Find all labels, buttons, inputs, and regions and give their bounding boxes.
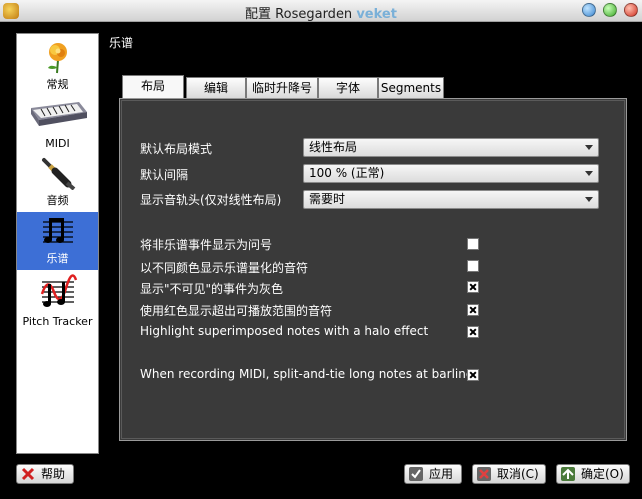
notation-icon [42,218,73,243]
config-sidebar: 常规 MIDI 音频 乐谱 Pitch Tracker [16,33,99,454]
maximize-button[interactable] [603,3,617,17]
dropdown-arrow-icon [585,145,593,150]
window-title-text: 配置 Rosegarden [245,7,353,22]
checkbox-label: When recording MIDI, split-and-tie long … [140,367,480,381]
title-bar: 配置 Rosegarden veket [0,0,642,22]
default-layout-mode-value: 线性布局 [309,140,358,154]
tab-font[interactable]: 字体 [318,77,378,99]
sidebar-item-label: 音频 [46,194,69,207]
split-and-tie-checkbox[interactable] [467,369,479,381]
cancel-button-label: 取消(C) [497,467,539,481]
layout-settings-panel: 默认布局模式 线性布局 默认间隔 100 % (正常) 显示音轨头(仅对线性布局… [119,98,627,441]
checkbox-label: 显示"不可见"的事件为灰色 [140,282,284,296]
pitch-tracker-icon [40,274,77,307]
sidebar-item-label: MIDI [45,137,70,150]
ok-button[interactable]: 确定(O) [556,464,630,484]
sidebar-item-label: Pitch Tracker [22,315,93,328]
non-notation-events-checkbox[interactable] [467,238,479,250]
sidebar-item-pitch-tracker[interactable]: Pitch Tracker [17,272,98,332]
sidebar-item-audio[interactable]: 音频 [17,154,98,212]
tab-editing[interactable]: 编辑 [186,77,246,99]
ok-button-label: 确定(O) [581,467,624,481]
sidebar-item-midi[interactable]: MIDI [17,96,98,154]
show-track-headers-value: 需要时 [309,192,346,206]
help-button[interactable]: 帮助 [16,464,74,484]
default-spacing-select[interactable]: 100 % (正常) [303,164,599,183]
audio-jack-icon [41,158,75,190]
checkbox-label: Highlight superimposed notes with a halo… [140,324,429,338]
keyboard-icon [30,102,87,126]
dropdown-arrow-icon [585,197,593,202]
invisible-events-grey-checkbox[interactable] [467,281,479,293]
default-spacing-value: 100 % (正常) [309,166,385,180]
help-icon [21,467,35,481]
tab-segments[interactable]: Segments [378,77,444,99]
checkbox-label: 以不同颜色显示乐谱量化的音符 [140,261,309,275]
checkbox-label: 使用红色显示超出可播放范围的音符 [140,304,333,318]
halo-effect-checkbox[interactable] [467,326,479,338]
show-track-headers-select[interactable]: 需要时 [303,190,599,209]
sidebar-item-label: 乐谱 [46,252,69,265]
sidebar-item-label: 常规 [46,78,69,91]
window-title: 配置 Rosegarden veket [0,3,642,22]
quantized-colour-checkbox[interactable] [467,260,479,272]
default-layout-mode-label: 默认布局模式 [140,142,213,156]
window-title-brand: veket [356,7,397,22]
tab-layout[interactable]: 布局 [122,75,184,99]
sidebar-item-general[interactable]: 常规 [17,38,98,96]
show-track-headers-label: 显示音轨头(仅对线性布局) [140,193,282,207]
dropdown-arrow-icon [585,171,593,176]
apply-button[interactable]: 应用 [404,464,462,484]
cancel-icon [477,467,491,481]
help-button-label: 帮助 [41,467,66,481]
rose-icon [47,43,67,74]
ok-icon [561,467,575,481]
out-of-range-red-checkbox[interactable] [467,304,479,316]
apply-button-label: 应用 [429,467,454,481]
tab-accidentals[interactable]: 临时升降号 [246,77,318,99]
default-layout-mode-select[interactable]: 线性布局 [303,138,599,157]
section-title: 乐谱 [109,36,134,50]
minimize-button[interactable] [582,3,596,17]
close-button[interactable] [624,3,638,17]
default-spacing-label: 默认间隔 [140,168,189,182]
checkbox-label: 将非乐谱事件显示为问号 [140,238,273,252]
cancel-button[interactable]: 取消(C) [472,464,546,484]
sidebar-item-notation[interactable]: 乐谱 [17,212,98,270]
checkmark-icon [409,467,423,481]
